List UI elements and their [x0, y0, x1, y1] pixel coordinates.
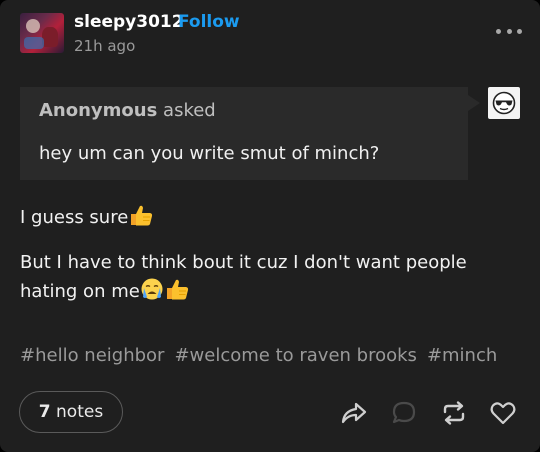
thumbs-up-emoji	[128, 203, 154, 232]
post-text: But I have to think bout it cuz I don't …	[20, 252, 467, 302]
ask-header: Anonymous asked	[39, 100, 216, 121]
post-text: I guess sure	[20, 207, 129, 228]
ask-question: hey um can you write smut of minch?	[39, 143, 380, 164]
tag-minch[interactable]: #minch	[427, 345, 497, 366]
notes-button[interactable]: 7 notes	[19, 391, 123, 433]
tumblr-post: sleepy3012 Follow 21h ago Anonymous aske…	[0, 0, 540, 452]
ask-box: Anonymous asked hey um can you write smu…	[20, 87, 480, 180]
avatar[interactable]	[20, 13, 64, 53]
more-options-icon[interactable]	[496, 26, 522, 36]
reblog-icon[interactable]	[440, 400, 468, 430]
notes-label: notes	[56, 402, 104, 422]
post-timestamp[interactable]: 21h ago	[74, 37, 135, 55]
post-text-line-1: I guess sure	[20, 203, 154, 232]
tags-row: #hello neighbor #welcome to raven brooks #…	[20, 345, 507, 366]
anonymous-sunglasses-icon	[488, 87, 520, 119]
asker-name: Anonymous	[39, 100, 158, 121]
tag-welcome-to-raven-brooks[interactable]: #welcome to raven brooks	[174, 345, 416, 366]
username[interactable]: sleepy3012	[74, 12, 184, 32]
thumbs-up-emoji	[164, 277, 190, 310]
reply-icon[interactable]	[390, 400, 418, 430]
post-text-line-2: But I have to think bout it cuz I don't …	[20, 248, 500, 310]
tag-hello-neighbor[interactable]: #hello neighbor	[20, 345, 164, 366]
share-icon[interactable]	[340, 400, 368, 430]
like-heart-icon[interactable]	[489, 400, 517, 430]
follow-button[interactable]: Follow	[178, 12, 240, 32]
crying-face-emoji	[140, 277, 164, 310]
asked-label: asked	[163, 100, 216, 121]
notes-count: 7	[38, 402, 51, 422]
